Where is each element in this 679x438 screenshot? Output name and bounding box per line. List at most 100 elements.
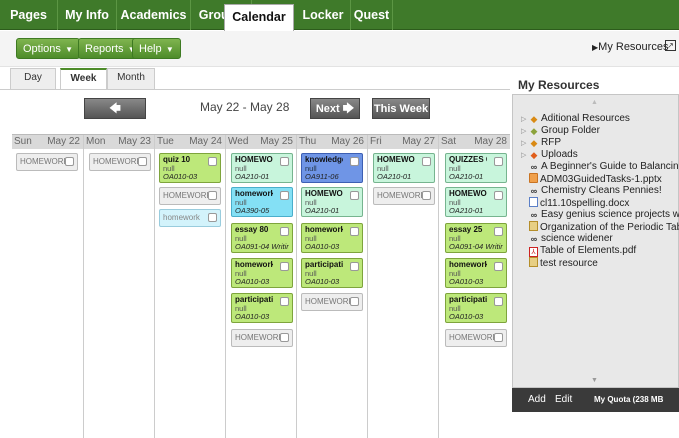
- event-checkbox[interactable]: [280, 333, 289, 342]
- nav-tab-locker[interactable]: Locker: [296, 0, 351, 30]
- note-icon: [529, 221, 538, 231]
- resource-item[interactable]: Organization of the Periodic Table: [521, 221, 679, 233]
- resource-item[interactable]: cl11.10spelling.docx: [521, 197, 629, 209]
- folder-icon: ◆: [530, 150, 538, 160]
- event-checkbox[interactable]: [350, 157, 359, 166]
- resource-item[interactable]: ⅄ Table of Elements.pdf: [521, 245, 636, 257]
- nav-tab-quest[interactable]: Quest: [351, 0, 393, 30]
- resource-item[interactable]: ▷ ◆ RFP: [521, 137, 561, 149]
- resource-item[interactable]: ∞ science widener: [521, 233, 613, 245]
- event-card[interactable]: HOMEWORK: [89, 153, 151, 171]
- event-course-code: OA210-01: [377, 173, 412, 181]
- next-button[interactable]: Next 🡆: [310, 98, 360, 119]
- event-checkbox[interactable]: [208, 157, 217, 166]
- options-button[interactable]: Options ▼: [16, 38, 81, 59]
- event-course-code: OA010-03: [305, 243, 340, 251]
- event-checkbox[interactable]: [494, 157, 503, 166]
- event-checkbox[interactable]: [494, 191, 503, 200]
- help-button[interactable]: Help ▼: [132, 38, 181, 59]
- day-header: Mon May 23: [84, 135, 154, 149]
- event-card[interactable]: participationnullOA010-03: [231, 293, 293, 323]
- resource-item[interactable]: ∞ Easy genius science projects w: [521, 209, 679, 221]
- tab-week[interactable]: Week: [60, 68, 107, 90]
- event-course-code: OA010-03: [235, 313, 270, 321]
- event-checkbox[interactable]: [350, 227, 359, 236]
- resource-item[interactable]: ∞ A Beginner's Guide to Balancin: [521, 161, 679, 173]
- event-card[interactable]: HOMEWORK: [231, 329, 293, 347]
- help-label: Help: [139, 43, 162, 55]
- event-card[interactable]: HOMEWORK: [159, 187, 221, 205]
- nav-tab-my-info[interactable]: My Info: [58, 0, 117, 30]
- resource-item[interactable]: ∞ Chemistry Cleans Pennies!: [521, 185, 662, 197]
- scroll-up-icon[interactable]: ▲: [591, 99, 598, 106]
- resource-item[interactable]: test resource: [521, 257, 598, 269]
- caret-down-icon: ▼: [62, 45, 74, 54]
- event-card[interactable]: homework null OA010-03: [301, 223, 363, 253]
- event-card[interactable]: quiz 10 null OA010-03: [159, 153, 221, 183]
- arrow-left-icon: 🡄: [109, 103, 121, 115]
- nav-tab-calendar[interactable]: Calendar: [224, 4, 294, 31]
- day-name: Fri: [370, 136, 382, 147]
- event-card[interactable]: essay 80 null OA091-04 Writing: [231, 223, 293, 253]
- event-checkbox[interactable]: [494, 262, 503, 271]
- event-card[interactable]: HOMEWORK: [16, 153, 78, 171]
- event-checkbox[interactable]: [494, 227, 503, 236]
- event-checkbox[interactable]: [350, 297, 359, 306]
- event-checkbox[interactable]: [280, 191, 289, 200]
- event-checkbox[interactable]: [65, 157, 74, 166]
- event-card[interactable]: QUIZZES ONnullOA210-01: [445, 153, 507, 183]
- edit-resource-button[interactable]: Edit: [555, 388, 572, 412]
- event-card[interactable]: HOMEWORK: [301, 293, 363, 311]
- event-course-code: OA010-03: [235, 278, 270, 286]
- resource-item[interactable]: ▷ ◆ Uploads: [521, 149, 578, 161]
- resource-item[interactable]: ▷ ◆ Group Folder: [521, 125, 600, 137]
- event-checkbox[interactable]: [422, 191, 431, 200]
- event-checkbox[interactable]: [494, 333, 503, 342]
- event-checkbox[interactable]: [208, 213, 217, 222]
- tab-month[interactable]: Month: [107, 68, 155, 89]
- event-checkbox[interactable]: [280, 297, 289, 306]
- scroll-down-icon[interactable]: ▼: [591, 377, 598, 384]
- event-checkbox[interactable]: [280, 262, 289, 271]
- tab-day[interactable]: Day: [10, 68, 56, 89]
- nav-tab-academics[interactable]: Academics: [117, 0, 191, 30]
- event-card[interactable]: HOMEWORKnullOA210-01: [445, 187, 507, 217]
- event-checkbox[interactable]: [350, 191, 359, 200]
- event-checkbox[interactable]: [350, 262, 359, 271]
- event-card[interactable]: homework null OA010-03: [445, 258, 507, 288]
- resource-item[interactable]: ▷ ◆ Aditional Resources: [521, 113, 630, 125]
- day-column-mon: Mon May 23 HOMEWORK: [83, 135, 154, 438]
- event-card[interactable]: HOMEWORKnullOA210-01: [301, 187, 363, 217]
- resource-label: test resource: [540, 258, 598, 269]
- my-resources-toggle[interactable]: ▶My Resources: [592, 41, 668, 53]
- resource-item[interactable]: ADM03GuidedTasks-1.pptx: [521, 173, 662, 185]
- event-checkbox[interactable]: [494, 297, 503, 306]
- event-card[interactable]: essay 25 null OA091-04 Writing: [445, 223, 507, 253]
- event-course-code: OA390-05: [235, 207, 270, 215]
- nav-tab-pages[interactable]: Pages: [0, 0, 58, 30]
- event-card[interactable]: HOMEWORK: [445, 329, 507, 347]
- event-card[interactable]: homework: [159, 209, 221, 227]
- previous-button[interactable]: 🡄 Previous: [84, 98, 146, 136]
- event-card[interactable]: homework null OA390-05: [231, 187, 293, 217]
- add-resource-button[interactable]: Add: [528, 388, 546, 412]
- event-checkbox[interactable]: [138, 157, 147, 166]
- event-checkbox[interactable]: [280, 157, 289, 166]
- this-week-button[interactable]: This Week: [372, 98, 430, 119]
- popout-icon[interactable]: ↗: [665, 40, 676, 51]
- event-checkbox[interactable]: [422, 157, 431, 166]
- options-label: Options: [23, 43, 61, 55]
- event-checkbox[interactable]: [280, 227, 289, 236]
- event-checkbox[interactable]: [208, 191, 217, 200]
- event-course-code: OA010-03: [163, 173, 198, 181]
- event-card[interactable]: knowledge/knullOA911-06: [301, 153, 363, 183]
- event-card[interactable]: homework null OA010-03: [231, 258, 293, 288]
- event-card[interactable]: HOMEWORKnullOA210-01: [373, 153, 435, 183]
- event-card[interactable]: participationnullOA010-03: [445, 293, 507, 323]
- day-column-wed: Wed May 25 HOMEWORKnullOA210-01 homeworkn…: [225, 135, 296, 438]
- event-card[interactable]: HOMEWORK: [373, 187, 435, 205]
- event-card[interactable]: participationnullOA010-03: [301, 258, 363, 288]
- pdf-icon: ⅄: [529, 247, 538, 257]
- caret-down-icon: ▼: [163, 45, 174, 54]
- event-card[interactable]: HOMEWORKnullOA210-01: [231, 153, 293, 183]
